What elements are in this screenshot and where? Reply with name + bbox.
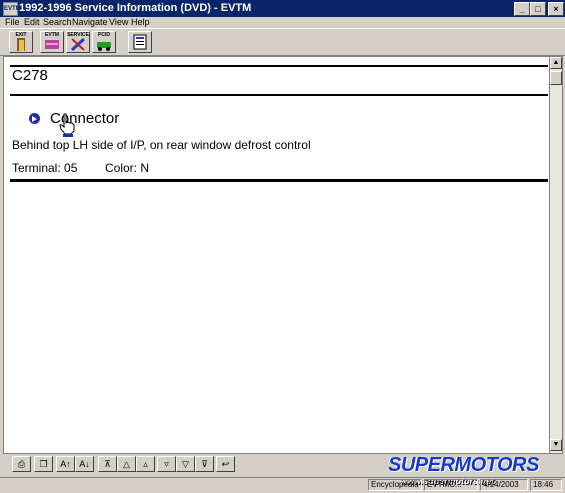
first-page-button[interactable]: ⊼ xyxy=(98,456,117,472)
prev-small-button[interactable]: ▵ xyxy=(136,456,155,472)
back-button[interactable]: ↩ xyxy=(216,456,235,472)
window-title: 1992-1996 Service Information (DVD) - EV… xyxy=(19,2,252,14)
close-button[interactable]: × xyxy=(548,2,564,16)
evtm-button[interactable]: EVTM xyxy=(40,31,64,53)
status-document: EVTMC... xyxy=(424,479,478,491)
status-time: 18:46 xyxy=(530,479,562,491)
scroll-down-button[interactable]: ▼ xyxy=(550,439,562,451)
bottom-rule xyxy=(10,179,548,182)
font-up-icon: A↑ xyxy=(60,459,71,469)
triangle-down-bar-icon: ⊽ xyxy=(201,459,208,469)
scroll-thumb[interactable] xyxy=(550,71,562,85)
last-page-button[interactable]: ⊽ xyxy=(195,456,214,472)
font-smaller-button[interactable]: A↓ xyxy=(75,456,94,472)
status-mode: Encyclopedia xyxy=(368,479,422,491)
arrow-bullet-icon xyxy=(29,113,40,124)
watermark-brand: SUPERMOTORS xyxy=(388,454,539,476)
font-down-icon: A↓ xyxy=(79,459,90,469)
wrench-icon xyxy=(70,38,86,51)
menu-bar: File Edit Search Navigate View Help xyxy=(0,17,565,28)
car-icon xyxy=(97,42,111,51)
small-triangle-down-icon: ▿ xyxy=(164,459,169,469)
hand-cursor-icon xyxy=(59,113,75,137)
menu-navigate[interactable]: Navigate xyxy=(72,17,108,27)
terminal-number: Terminal: 05 xyxy=(12,161,78,175)
triangle-down-icon: ▽ xyxy=(182,459,189,469)
service-button[interactable]: SERVICE xyxy=(66,31,90,53)
maximize-button[interactable]: □ xyxy=(530,2,546,16)
menu-view[interactable]: View xyxy=(109,17,128,27)
printer-icon: ⎙ xyxy=(17,459,26,469)
minimize-button[interactable]: _ xyxy=(514,2,530,16)
copy-button[interactable]: ❐ xyxy=(34,456,53,472)
status-bar: Encyclopedia EVTMC... 4/14/2003 18:46 xyxy=(0,477,565,493)
menu-search[interactable]: Search xyxy=(43,17,72,27)
door-icon xyxy=(17,38,25,51)
copy-icon: ❐ xyxy=(39,459,48,469)
next-small-button[interactable]: ▿ xyxy=(157,456,176,472)
heading-rule xyxy=(10,94,548,96)
connector-location: Behind top LH side of I/P, on rear windo… xyxy=(12,138,311,152)
wiring-icon xyxy=(45,40,59,49)
wire-color: Color: N xyxy=(105,161,150,175)
menu-help[interactable]: Help xyxy=(131,17,150,27)
app-icon: EVTM xyxy=(3,2,21,16)
exit-button[interactable]: EXIT xyxy=(9,31,33,53)
toolbar: EXIT EVTM SERVICE PCID xyxy=(0,28,565,56)
top-rule xyxy=(10,65,548,67)
font-larger-button[interactable]: A↑ xyxy=(56,456,75,472)
pcid-button[interactable]: PCID xyxy=(92,31,116,53)
print-preview-button[interactable] xyxy=(128,31,152,53)
return-arrow-icon: ↩ xyxy=(221,459,230,469)
triangle-up-icon: △ xyxy=(123,459,130,469)
document-pane[interactable]: C278 Connector Behind top LH side of I/P… xyxy=(3,56,550,454)
triangle-up-bar-icon: ⊼ xyxy=(104,459,111,469)
document-icon xyxy=(133,34,147,50)
prev-page-button[interactable]: △ xyxy=(117,456,136,472)
small-triangle-up-icon: ▵ xyxy=(143,459,148,469)
menu-edit[interactable]: Edit xyxy=(24,17,40,27)
next-page-button[interactable]: ▽ xyxy=(176,456,195,472)
print-button[interactable]: ⎙ xyxy=(12,456,31,472)
status-date: 4/14/2003 xyxy=(480,479,528,491)
menu-file[interactable]: File xyxy=(5,17,20,27)
connector-heading: C278 xyxy=(12,67,48,84)
scroll-up-button[interactable]: ▲ xyxy=(550,57,562,69)
vertical-scrollbar[interactable]: ▲ ▼ xyxy=(549,56,563,454)
title-bar: EVTM 1992-1996 Service Information (DVD)… xyxy=(0,0,565,17)
terminal-info: Terminal: 05 Color: N xyxy=(12,161,149,175)
